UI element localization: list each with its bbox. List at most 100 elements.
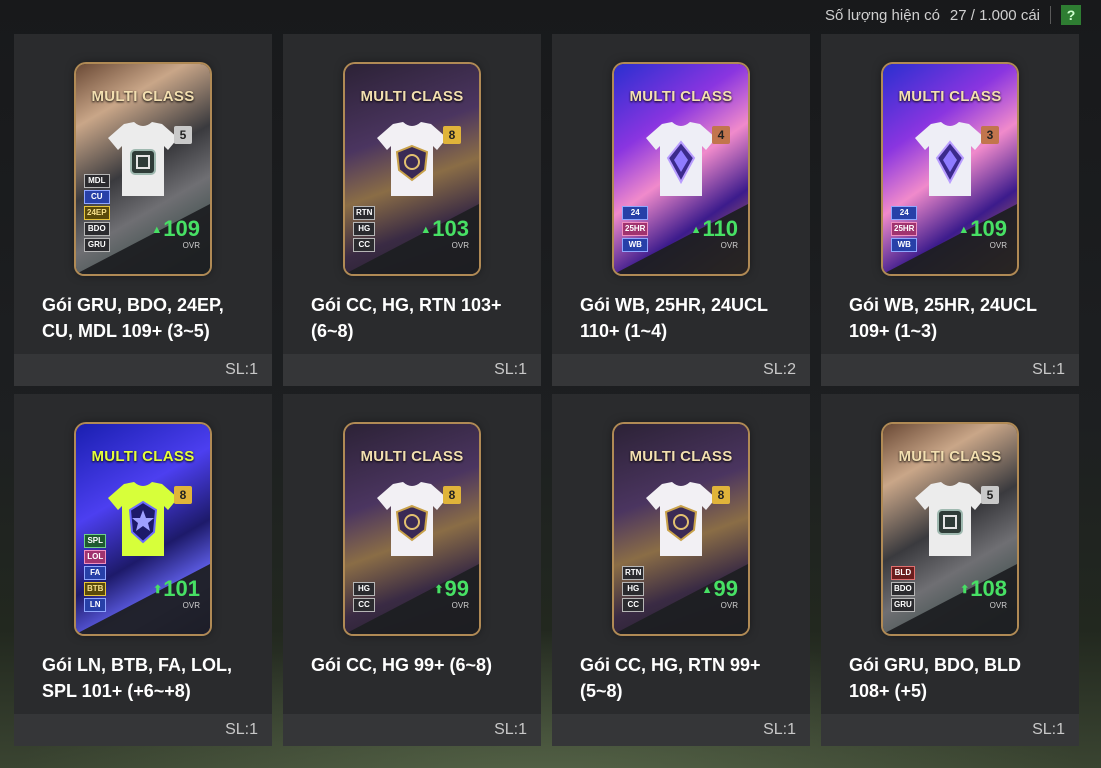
team-tag: CC [353, 238, 376, 252]
pack-card: MULTI CLASS 8 HG CC ⬆99 OVR [345, 424, 479, 634]
up-arrow-icon: ▲ [701, 584, 713, 596]
team-tag-list: RTN HG CC [353, 206, 376, 252]
jersey-icon [377, 482, 447, 556]
team-tag: LOL [84, 550, 107, 564]
team-tag: 25HR [622, 222, 649, 236]
pack-card-area: MULTI CLASS 4 24 25HR WB ▲110 OVR [552, 34, 810, 284]
pack-card: MULTI CLASS 8 SPL LOL FA BTB LN ⬆101 OVR [76, 424, 210, 634]
pack-card: MULTI CLASS 4 24 25HR WB ▲110 OVR [614, 64, 748, 274]
card-class-label: MULTI CLASS [360, 448, 464, 465]
pack-count: SL:2 [763, 361, 796, 378]
divider [1050, 6, 1051, 24]
team-tag-list: RTN HG CC [622, 566, 645, 612]
level-badge: 8 [443, 486, 461, 504]
team-tag: BDO [84, 222, 110, 236]
team-tag: BLD [891, 566, 915, 580]
pack-count: SL:1 [225, 361, 258, 378]
ovr-label: OVR [451, 241, 469, 250]
pack-card: MULTI CLASS 8 RTN HG CC ▲103 OVR [345, 64, 479, 274]
pack-item[interactable]: MULTI CLASS 8 HG CC ⬆99 OVR Gói CC, HG 9… [283, 394, 541, 746]
ovr-label: OVR [182, 241, 200, 250]
up-arrow-icon: ▲ [151, 224, 163, 236]
jersey-icon [646, 122, 716, 196]
team-tag: HG [622, 582, 645, 596]
team-tag: GRU [84, 238, 110, 252]
team-tag-list: 24 25HR WB [622, 206, 649, 252]
help-button[interactable]: ? [1061, 5, 1081, 25]
team-tag: BDO [891, 582, 915, 596]
pack-title: Gói WB, 25HR, 24UCL 109+ (1~3) [849, 295, 1037, 341]
card-class-label: MULTI CLASS [629, 448, 733, 465]
pack-item[interactable]: MULTI CLASS 8 RTN HG CC ▲99 OVR Gói CC, [552, 394, 810, 746]
inventory-status-bar: Số lượng hiện có 27 / 1.000 cái ? [825, 4, 1081, 26]
team-tag: RTN [622, 566, 645, 580]
pack-count-bar: SL:1 [552, 714, 810, 746]
pack-grid: MULTI CLASS 5 MDL CU 24EP BDO GRU ▲109 O… [14, 34, 1079, 746]
pack-count: SL:1 [1032, 721, 1065, 738]
team-tag: CC [353, 598, 375, 612]
ovr-rating: ⬆99 OVR [434, 575, 469, 610]
team-tag: SPL [84, 534, 107, 548]
pack-item[interactable]: MULTI CLASS 4 24 25HR WB ▲110 OVR Gói WB… [552, 34, 810, 386]
team-tag: CC [622, 598, 645, 612]
pack-card: MULTI CLASS 8 RTN HG CC ▲99 OVR [614, 424, 748, 634]
level-badge: 8 [174, 486, 192, 504]
ovr-value: 108 [970, 575, 1007, 601]
team-tag: LN [84, 598, 107, 612]
level-badge: 8 [712, 486, 730, 504]
pack-count-bar: SL:1 [821, 354, 1079, 386]
pack-item[interactable]: MULTI CLASS 8 SPL LOL FA BTB LN ⬆101 OVR [14, 394, 272, 746]
pack-item[interactable]: MULTI CLASS 8 RTN HG CC ▲103 OVR Gói CC,… [283, 34, 541, 386]
card-class-label: MULTI CLASS [360, 88, 464, 105]
pack-count: SL:1 [1032, 361, 1065, 378]
ovr-rating: ⬆108 OVR [960, 575, 1007, 610]
pack-card: MULTI CLASS 3 24 25HR WB ▲109 OVR [883, 64, 1017, 274]
up-circle-icon: ⬆ [153, 584, 163, 596]
pack-count: SL:1 [494, 721, 527, 738]
pack-card-area: MULTI CLASS 5 MDL CU 24EP BDO GRU ▲109 O… [14, 34, 272, 284]
card-class-label: MULTI CLASS [91, 88, 195, 105]
pack-card-area: MULTI CLASS 8 SPL LOL FA BTB LN ⬆101 OVR [14, 394, 272, 644]
up-circle-icon: ⬆ [434, 584, 444, 596]
ovr-label: OVR [989, 241, 1007, 250]
pack-card-area: MULTI CLASS 8 RTN HG CC ▲99 OVR [552, 394, 810, 644]
pack-count-bar: SL:1 [821, 714, 1079, 746]
team-tag: 24EP [84, 206, 110, 220]
pack-count: SL:1 [225, 721, 258, 738]
team-tag: MDL [84, 174, 110, 188]
ovr-value: 99 [444, 575, 469, 601]
ovr-value: 101 [163, 575, 200, 601]
jersey-icon [646, 482, 716, 556]
team-tag-list: BLD BDO GRU [891, 566, 915, 612]
pack-item[interactable]: MULTI CLASS 3 24 25HR WB ▲109 OVR Gói WB… [821, 34, 1079, 386]
card-class-label: MULTI CLASS [629, 88, 733, 105]
team-tag: WB [891, 238, 918, 252]
pack-card-area: MULTI CLASS 8 HG CC ⬆99 OVR [283, 394, 541, 644]
ovr-rating: ▲103 OVR [420, 217, 469, 250]
team-tag-list: HG CC [353, 582, 375, 612]
pack-count-bar: SL:2 [552, 354, 810, 386]
ovr-label: OVR [989, 601, 1007, 610]
ovr-value: 109 [163, 215, 200, 241]
pack-item[interactable]: MULTI CLASS 5 BLD BDO GRU ⬆108 OVR Gói G… [821, 394, 1079, 746]
card-class-label: MULTI CLASS [898, 448, 1002, 465]
ovr-label: OVR [182, 601, 200, 610]
pack-card: MULTI CLASS 5 BLD BDO GRU ⬆108 OVR [883, 424, 1017, 634]
team-tag: FA [84, 566, 107, 580]
team-tag-list: MDL CU 24EP BDO GRU [84, 174, 110, 252]
jersey-icon [915, 122, 985, 196]
team-tag-list: 24 25HR WB [891, 206, 918, 252]
jersey-icon [108, 122, 178, 196]
ovr-rating: ⬆101 OVR [153, 575, 200, 610]
pack-title: Gói GRU, BDO, BLD 108+ (+5) [849, 655, 1021, 701]
ovr-rating: ▲109 OVR [958, 217, 1007, 250]
up-arrow-icon: ▲ [420, 224, 432, 236]
team-tag: GRU [891, 598, 915, 612]
pack-item[interactable]: MULTI CLASS 5 MDL CU 24EP BDO GRU ▲109 O… [14, 34, 272, 386]
ovr-rating: ▲109 OVR [151, 215, 200, 250]
card-class-label: MULTI CLASS [91, 448, 195, 465]
pack-title: Gói WB, 25HR, 24UCL 110+ (1~4) [580, 295, 768, 341]
pack-card: MULTI CLASS 5 MDL CU 24EP BDO GRU ▲109 O… [76, 64, 210, 274]
level-badge: 5 [981, 486, 999, 504]
jersey-icon [108, 482, 178, 556]
